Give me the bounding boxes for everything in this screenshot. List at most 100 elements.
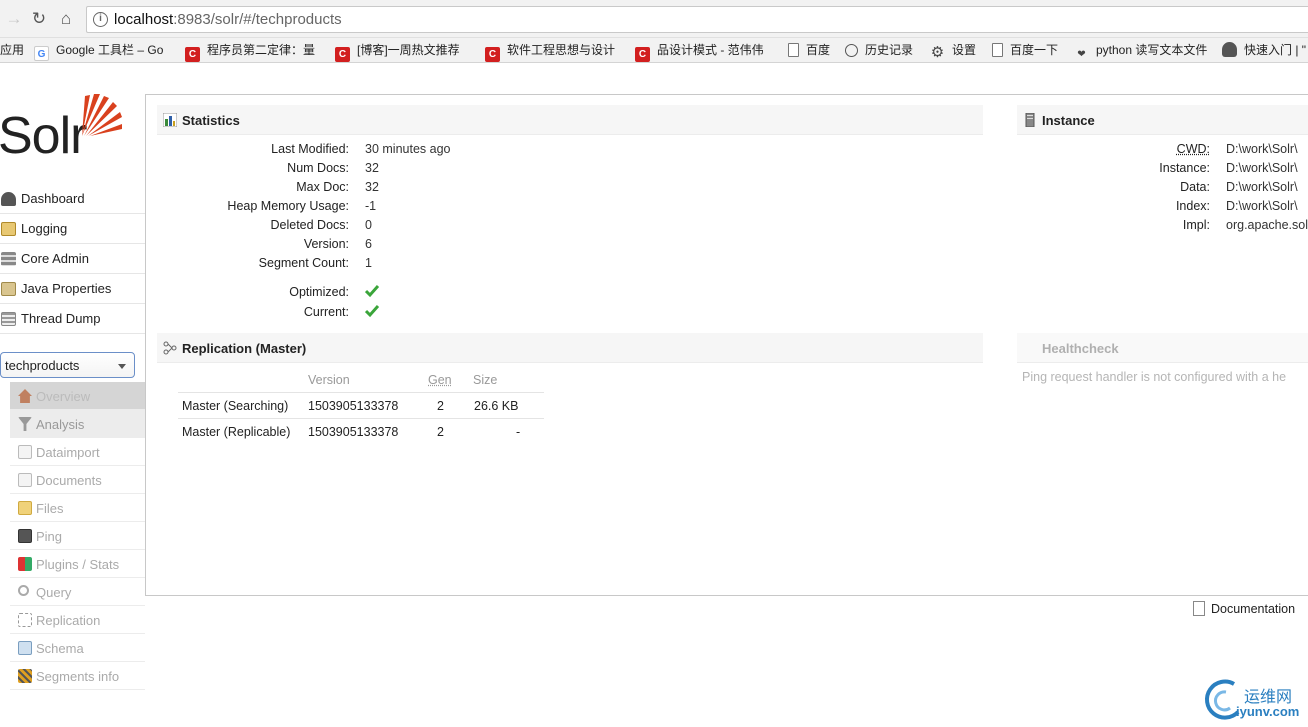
thread-dump-icon bbox=[1, 312, 16, 326]
core-menu-dataimport[interactable]: Dataimport bbox=[10, 438, 145, 466]
stat-key: Optimized: bbox=[289, 285, 349, 299]
documents-icon bbox=[18, 473, 32, 487]
divider bbox=[178, 392, 544, 393]
bookmark-history[interactable]: 历史记录 bbox=[845, 42, 913, 59]
row-gen: 2 bbox=[437, 399, 444, 413]
instance-value: D:\work\Solr\ bbox=[1226, 161, 1298, 175]
java-properties-icon bbox=[1, 282, 16, 296]
core-menu-label: Schema bbox=[36, 641, 84, 656]
plugins-icon bbox=[18, 557, 32, 571]
schema-icon bbox=[18, 641, 32, 655]
page-icon bbox=[788, 43, 799, 57]
core-menu-ping[interactable]: Ping bbox=[10, 522, 145, 550]
csdn-icon: C bbox=[485, 47, 500, 62]
server-icon bbox=[1025, 113, 1035, 127]
stat-key: Heap Memory Usage: bbox=[227, 199, 349, 213]
instance-key: Impl: bbox=[1182, 218, 1210, 232]
stat-key: Last Modified: bbox=[271, 142, 349, 156]
address-bar[interactable]: i localhost:8983/solr/#/techproducts bbox=[86, 6, 1308, 33]
nav-item-java-properties[interactable]: Java Properties bbox=[0, 274, 145, 304]
instance-key: Data: bbox=[1180, 180, 1210, 194]
core-menu-replication[interactable]: Replication bbox=[10, 606, 145, 634]
core-menu-label: Documents bbox=[36, 473, 102, 488]
core-menu-documents[interactable]: Documents bbox=[10, 466, 145, 494]
healthcheck-message: Ping request handler is not configured w… bbox=[1022, 370, 1287, 384]
info-icon[interactable]: i bbox=[93, 12, 108, 27]
stat-value: 1 bbox=[365, 256, 372, 270]
bookmark-baidu[interactable]: 百度 bbox=[788, 42, 830, 59]
core-menu-label: Overview bbox=[36, 389, 91, 404]
nav-item-label: Dashboard bbox=[21, 191, 85, 206]
core-selector[interactable]: techproducts bbox=[0, 352, 135, 378]
core-menu-plugins-stats[interactable]: Plugins / Stats bbox=[10, 550, 145, 578]
statistics-title: Statistics bbox=[182, 113, 240, 128]
stat-value: 6 bbox=[365, 237, 372, 251]
stat-value: -1 bbox=[365, 199, 377, 213]
feather-icon: ❤ bbox=[1077, 49, 1086, 60]
bookmark-google-toolbar[interactable]: G Google 工具栏 – Go bbox=[34, 42, 163, 61]
replication-icon bbox=[163, 341, 177, 355]
nav-item-core-admin[interactable]: Core Admin bbox=[0, 244, 145, 274]
bookmark-design-patterns[interactable]: C 品设计模式 - 范伟伟 bbox=[635, 42, 764, 62]
replication-header: Replication (Master) bbox=[157, 333, 983, 363]
replication-title: Replication (Master) bbox=[182, 341, 307, 356]
core-menu-schema[interactable]: Schema bbox=[10, 634, 145, 662]
core-menu-query[interactable]: Query bbox=[10, 578, 145, 606]
core-menu-files[interactable]: Files bbox=[10, 494, 145, 522]
csdn-icon: C bbox=[335, 47, 350, 62]
url-text[interactable]: localhost:8983/solr/#/techproducts bbox=[114, 11, 342, 28]
funnel-icon bbox=[18, 417, 32, 431]
home-icon[interactable]: ⌂ bbox=[56, 9, 76, 29]
bookmark-programmer-law[interactable]: C 程序员第二定律：量 bbox=[185, 42, 315, 62]
reload-icon[interactable]: ↻ bbox=[29, 9, 49, 29]
statistics-header: Statistics bbox=[157, 105, 983, 135]
nav-item-thread-dump[interactable]: Thread Dump bbox=[0, 304, 145, 334]
clock-icon bbox=[845, 44, 858, 57]
core-menu-label: Analysis bbox=[36, 417, 85, 432]
column-header-gen: Gen bbox=[428, 373, 452, 387]
document-icon bbox=[1193, 601, 1205, 616]
core-menu-label: Dataimport bbox=[36, 445, 100, 460]
stat-key: Version: bbox=[303, 237, 349, 251]
query-icon bbox=[18, 585, 29, 596]
google-icon: G bbox=[34, 46, 49, 61]
core-menu-overview[interactable]: Overview bbox=[10, 382, 145, 410]
core-menu-segments-info[interactable]: Segments info bbox=[10, 662, 145, 690]
nav-item-label: Core Admin bbox=[21, 251, 89, 266]
bookmark-settings[interactable]: ⚙ 设置 bbox=[930, 42, 976, 61]
bookmark-software-engineering[interactable]: C 软件工程思想与设计 bbox=[485, 42, 615, 62]
documentation-link[interactable]: Documentation bbox=[1193, 601, 1295, 616]
back-arrow-icon[interactable]: → bbox=[4, 9, 24, 29]
nav-item-logging[interactable]: Logging bbox=[0, 214, 145, 244]
nav-item-dashboard[interactable]: Dashboard bbox=[0, 184, 145, 214]
instance-value: D:\work\Solr\ bbox=[1226, 199, 1298, 213]
bar-chart-icon bbox=[163, 113, 177, 127]
stat-value: 32 bbox=[365, 161, 379, 175]
core-menu-label: Query bbox=[36, 585, 72, 600]
solr-sun-icon bbox=[82, 94, 122, 136]
nav-item-label: Thread Dump bbox=[21, 311, 101, 326]
healthcheck-header: Healthcheck bbox=[1017, 333, 1308, 363]
bookmark-baidu-search[interactable]: 百度一下 bbox=[992, 42, 1058, 59]
main-nav: Dashboard Logging Core Admin Java Proper… bbox=[0, 184, 145, 334]
bookmark-quickstart[interactable]: 快速入门 | " bbox=[1222, 42, 1306, 59]
bookmark-blog-hot[interactable]: C [博客]一周热文推荐 bbox=[335, 42, 460, 62]
core-selector-value: techproducts bbox=[5, 358, 80, 373]
core-menu-analysis[interactable]: Analysis bbox=[10, 410, 145, 438]
instance-header: Instance bbox=[1017, 105, 1308, 135]
spy-icon bbox=[1222, 42, 1237, 57]
checkmark-icon bbox=[365, 305, 379, 318]
instance-value: D:\work\Solr\ bbox=[1226, 142, 1298, 156]
instance-title: Instance bbox=[1042, 113, 1095, 128]
gear-icon: ⚙ bbox=[930, 44, 945, 61]
ping-icon bbox=[18, 529, 32, 543]
healthcheck-title: Healthcheck bbox=[1042, 341, 1119, 356]
stat-value: 30 minutes ago bbox=[365, 142, 451, 156]
core-menu-label: Replication bbox=[36, 613, 101, 628]
bookmark-python-io[interactable]: ❤ python 读写文本文件 bbox=[1074, 42, 1207, 60]
solr-logo[interactable]: Solr bbox=[0, 92, 128, 165]
dashboard-icon bbox=[1, 192, 16, 206]
replication-icon bbox=[18, 613, 32, 627]
bookmark-apps[interactable]: 应用 bbox=[0, 42, 24, 59]
checkmark-icon bbox=[365, 285, 379, 298]
